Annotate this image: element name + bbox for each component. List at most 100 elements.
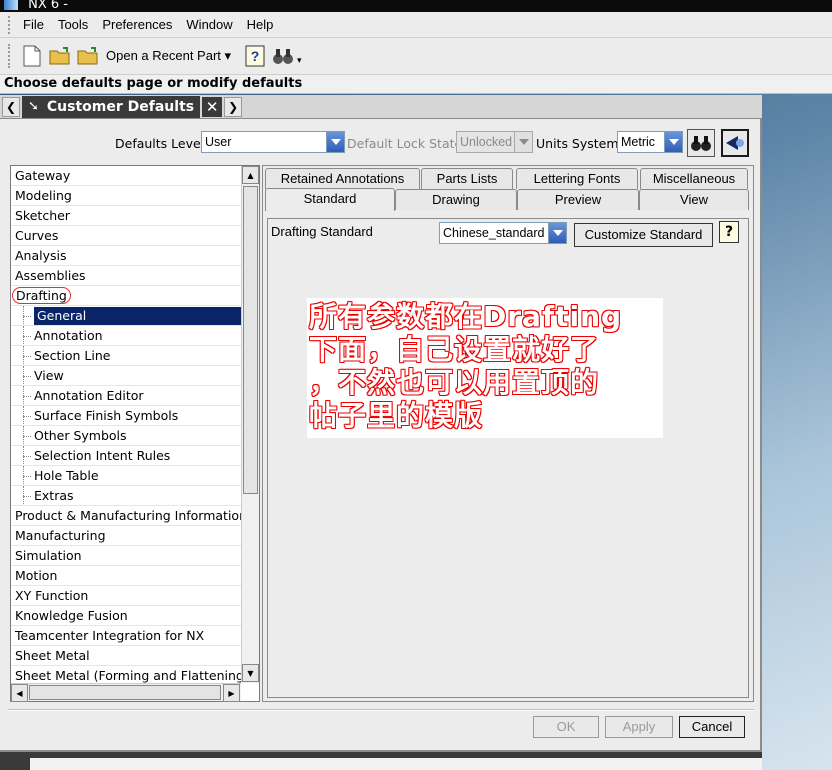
document-tab-strip: ❮ ➘ Customer Defaults ✕ ❯: [0, 95, 762, 119]
status-strip: [0, 752, 762, 770]
tab-preview[interactable]: Preview: [517, 189, 639, 210]
chevron-down-icon[interactable]: [326, 132, 344, 152]
annotation-line: 所有参数都在Drafting: [309, 300, 623, 333]
drafting-standard-label: Drafting Standard: [271, 224, 373, 239]
scroll-left-icon[interactable]: ◀: [11, 684, 28, 702]
tree-item-modeling[interactable]: Modeling: [11, 186, 241, 206]
tab-lettering-fonts[interactable]: Lettering Fonts: [516, 168, 638, 189]
prompt-bar: Choose defaults page or modify defaults: [0, 74, 832, 94]
tree-item-extras[interactable]: Extras: [11, 486, 241, 506]
tab-miscellaneous[interactable]: Miscellaneous: [640, 168, 748, 189]
tree-item-curves[interactable]: Curves: [11, 226, 241, 246]
defaults-level-select[interactable]: User: [201, 131, 345, 153]
tree-item-surface-finish-symbols[interactable]: Surface Finish Symbols: [11, 406, 241, 426]
menu-window[interactable]: Window: [179, 17, 239, 32]
tab-scroll-right-icon[interactable]: ❯: [224, 96, 243, 117]
chevron-down-icon[interactable]: [548, 223, 566, 243]
window-title: NX 6 -: [28, 0, 68, 12]
units-system-select[interactable]: Metric: [617, 131, 683, 153]
tree-item-label: Section Line: [34, 348, 111, 363]
annotation-line: 下面，自己设置就好了: [309, 333, 600, 366]
menu-preferences[interactable]: Preferences: [95, 17, 179, 32]
drafting-standard-select[interactable]: Chinese_standard: [439, 222, 567, 244]
standard-toolbar: Open a Recent Part ▾ ? ▾: [0, 38, 832, 74]
svg-text:?: ?: [251, 48, 260, 64]
tab-retained-annotations[interactable]: Retained Annotations: [265, 168, 420, 189]
tree-item-knowledge-fusion[interactable]: Knowledge Fusion: [11, 606, 241, 626]
tree-item-assemblies[interactable]: Assemblies: [11, 266, 241, 286]
new-file-icon[interactable]: [21, 45, 43, 67]
tree-item-view[interactable]: View: [11, 366, 241, 386]
tab-scroll-left-icon[interactable]: ❮: [2, 96, 20, 117]
defaults-level-value: User: [205, 135, 232, 149]
menubar-grip[interactable]: [8, 15, 12, 34]
scroll-right-icon[interactable]: ▶: [223, 684, 240, 702]
status-strip-inner: [30, 758, 762, 770]
tab-view[interactable]: View: [639, 189, 749, 210]
tree-item-selection-intent-rules[interactable]: Selection Intent Rules: [11, 446, 241, 466]
chevron-down-icon: [514, 132, 532, 152]
tab-parts-lists[interactable]: Parts Lists: [421, 168, 513, 189]
category-tree: Gateway Modeling Sketcher Curves Analysi…: [10, 165, 260, 702]
tree-item-simulation[interactable]: Simulation: [11, 546, 241, 566]
tree-item-sheet-metal-forming[interactable]: Sheet Metal (Forming and Flattening): [11, 666, 241, 683]
tree-item-section-line[interactable]: Section Line: [11, 346, 241, 366]
tree-item-label: Modeling: [15, 188, 72, 203]
open-recent-icon[interactable]: [77, 45, 99, 67]
manage-current-settings-button[interactable]: [721, 129, 749, 157]
tree-item-analysis[interactable]: Analysis: [11, 246, 241, 266]
toolbar-grip[interactable]: [8, 44, 12, 68]
tree-vertical-scrollbar[interactable]: ▲ ▼: [241, 166, 259, 683]
cancel-button[interactable]: Cancel: [679, 716, 745, 738]
scrollbar-thumb[interactable]: [243, 186, 258, 494]
open-folder-icon[interactable]: [49, 45, 71, 67]
tree-item-xy-function[interactable]: XY Function: [11, 586, 241, 606]
tree-item-label: Simulation: [15, 548, 82, 563]
ok-button[interactable]: OK: [533, 716, 599, 738]
tree-item-manufacturing[interactable]: Manufacturing: [11, 526, 241, 546]
tree-item-label: Gateway: [15, 168, 71, 183]
help-icon[interactable]: ?: [719, 221, 739, 243]
nx-app-icon: [4, 0, 18, 10]
apply-button[interactable]: Apply: [605, 716, 673, 738]
tree-item-label: Teamcenter Integration for NX: [15, 628, 205, 643]
tree-item-sheet-metal[interactable]: Sheet Metal: [11, 646, 241, 666]
tree-item-general[interactable]: General: [11, 306, 241, 326]
tab-standard[interactable]: Standard: [265, 188, 395, 211]
menu-tools[interactable]: Tools: [51, 17, 95, 32]
tree-item-label: Annotation Editor: [34, 388, 144, 403]
chevron-down-icon[interactable]: [664, 132, 682, 152]
customize-standard-button[interactable]: Customize Standard: [574, 223, 713, 247]
binoculars-icon[interactable]: [272, 45, 294, 67]
help-icon[interactable]: ?: [244, 45, 266, 67]
tree-item-motion[interactable]: Motion: [11, 566, 241, 586]
tree-item-gateway[interactable]: Gateway: [11, 166, 241, 186]
scroll-down-icon[interactable]: ▼: [242, 664, 259, 682]
units-system-value: Metric: [621, 135, 656, 149]
scroll-up-icon[interactable]: ▲: [242, 166, 259, 184]
tree-item-sketcher[interactable]: Sketcher: [11, 206, 241, 226]
pin-icon[interactable]: ➘: [28, 99, 39, 114]
find-default-button[interactable]: [687, 129, 715, 157]
scrollbar-thumb[interactable]: [29, 685, 221, 700]
tree-item-label: Sheet Metal: [15, 648, 90, 663]
menu-file[interactable]: File: [16, 17, 51, 32]
tree-horizontal-scrollbar[interactable]: ◀ ▶: [11, 683, 241, 702]
close-tab-icon[interactable]: ✕: [202, 96, 223, 117]
tree-item-drafting[interactable]: Drafting: [11, 286, 241, 306]
lock-state-select: Unlocked: [456, 131, 533, 153]
tree-item-label: Extras: [34, 488, 74, 503]
tree-item-annotation-editor[interactable]: Annotation Editor: [11, 386, 241, 406]
tree-item-other-symbols[interactable]: Other Symbols: [11, 426, 241, 446]
tree-item-hole-table[interactable]: Hole Table: [11, 466, 241, 486]
menu-bar: File Tools Preferences Window Help: [0, 12, 832, 38]
tab-drawing[interactable]: Drawing: [395, 189, 517, 210]
tab-customer-defaults[interactable]: ➘ Customer Defaults: [22, 95, 201, 118]
tree-item-annotation[interactable]: Annotation: [11, 326, 241, 346]
tree-item-teamcenter-integration[interactable]: Teamcenter Integration for NX: [11, 626, 241, 646]
tree-item-pmi[interactable]: Product & Manufacturing Information: [11, 506, 241, 526]
toolbar-overflow-icon[interactable]: ▾: [297, 56, 302, 66]
tree-item-label: Other Symbols: [34, 428, 127, 443]
open-recent-part-button[interactable]: Open a Recent Part ▾: [106, 48, 231, 64]
menu-help[interactable]: Help: [240, 17, 281, 32]
